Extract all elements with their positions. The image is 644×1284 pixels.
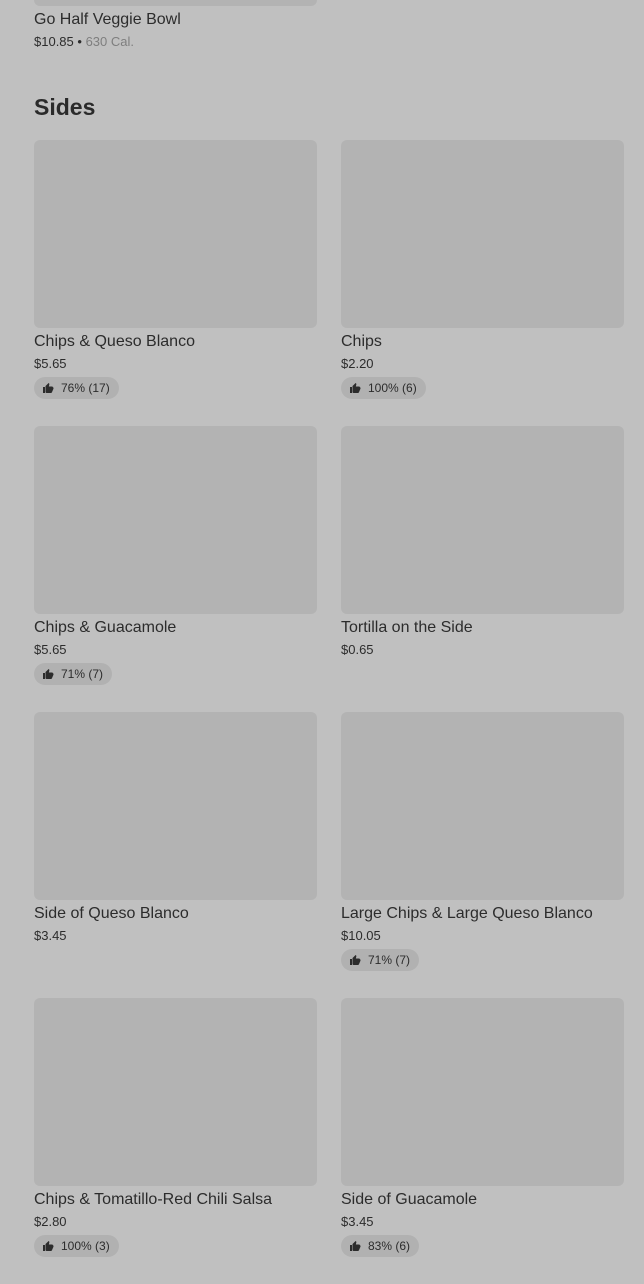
item-image	[341, 426, 624, 614]
menu-item-card[interactable]: Chips & Queso Blanco $5.65 76% (17)	[34, 140, 317, 426]
thumbs-up-icon	[42, 382, 54, 394]
item-image	[34, 998, 317, 1186]
item-image	[34, 426, 317, 614]
menu-item-card[interactable]: Chips & Guacamole $5.65 71% (7)	[34, 426, 317, 712]
item-price: $10.85	[34, 34, 74, 49]
section-title: Sides	[34, 94, 96, 120]
item-price: $5.65	[34, 642, 67, 657]
item-price: $3.45	[34, 928, 67, 943]
thumbs-up-icon	[42, 1240, 54, 1252]
item-meta: $10.85 • 630 Cal.	[34, 34, 317, 50]
item-name: Side of Queso Blanco	[34, 905, 189, 922]
thumbs-up-icon	[349, 954, 361, 966]
item-price: $0.65	[341, 642, 374, 657]
item-image	[341, 140, 624, 328]
item-name: Large Chips & Large Queso Blanco	[341, 905, 593, 922]
menu-item-card[interactable]: Tortilla on the Side $0.65	[341, 426, 624, 712]
item-price: $10.05	[341, 928, 381, 943]
item-price: $5.65	[34, 356, 67, 371]
item-name: Chips & Tomatillo-Red Chili Salsa	[34, 1191, 273, 1208]
item-image	[34, 712, 317, 900]
item-price: $3.45	[341, 1214, 374, 1229]
thumbs-up-icon	[349, 382, 361, 394]
rating-text: 100% (6)	[368, 381, 417, 395]
item-name: Chips & Guacamole	[34, 619, 177, 636]
rating-badge: 100% (6)	[341, 377, 426, 399]
rating-text: 76% (17)	[61, 381, 110, 395]
item-price: $2.80	[34, 1214, 67, 1229]
sides-grid: Chips & Queso Blanco $5.65 76% (17) Chip…	[34, 140, 624, 1284]
item-name: Side of Guacamole	[341, 1191, 478, 1208]
item-name: Chips & Queso Blanco	[34, 333, 195, 350]
rating-badge: 83% (6)	[341, 1235, 420, 1257]
item-image	[34, 0, 317, 6]
item-name: Tortilla on the Side	[341, 619, 473, 636]
menu-item-card[interactable]: Large Chips & Large Queso Blanco $10.05 …	[341, 712, 624, 998]
menu-item-card[interactable]: Chips & Tomatillo-Red Chili Salsa $2.80 …	[34, 998, 317, 1284]
menu-item-card[interactable]: Go Half Veggie Bowl $10.85 • 630 Cal.	[34, 0, 317, 50]
menu-item-card[interactable]: Chips $2.20 100% (6)	[341, 140, 624, 426]
item-image	[341, 998, 624, 1186]
thumbs-up-icon	[349, 1240, 361, 1252]
item-name: Go Half Veggie Bowl	[34, 11, 181, 28]
rating-badge: 71% (7)	[341, 949, 420, 971]
item-price: $2.20	[341, 356, 374, 371]
rating-badge: 71% (7)	[34, 663, 113, 685]
item-name: Chips	[341, 333, 382, 350]
item-calories: 630 Cal.	[85, 34, 134, 49]
menu-item-card[interactable]: Side of Queso Blanco $3.45	[34, 712, 317, 998]
rating-badge: 76% (17)	[34, 377, 119, 399]
rating-text: 71% (7)	[368, 953, 411, 967]
thumbs-up-icon	[42, 668, 54, 680]
meta-separator: •	[77, 34, 82, 49]
rating-text: 71% (7)	[61, 667, 104, 681]
menu-item-card[interactable]: Side of Guacamole $3.45 83% (6)	[341, 998, 624, 1284]
item-image	[34, 140, 317, 328]
item-image	[341, 712, 624, 900]
rating-badge: 100% (3)	[34, 1235, 119, 1257]
